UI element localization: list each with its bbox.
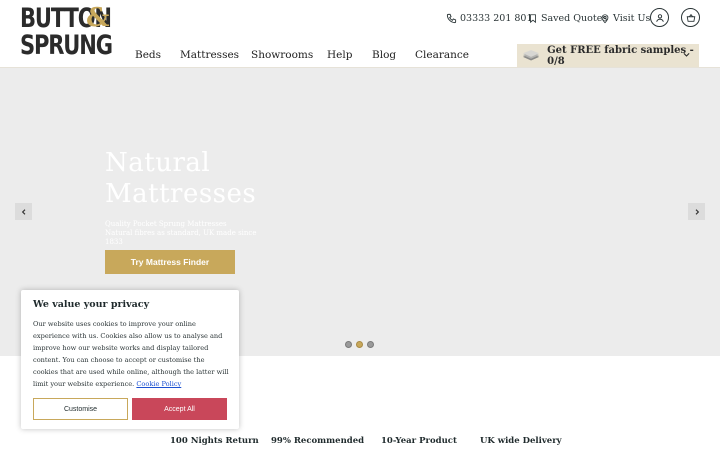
saved-quotes-label: Saved Quotes [541,12,608,24]
account-icon [655,13,664,22]
fabric-samples-label: Get FREE fabric samples - 0/8 [547,44,694,67]
nav-blog[interactable]: Blog [372,47,396,63]
nav-beds[interactable]: Beds [135,47,161,63]
fabric-swatch-icon [522,49,540,61]
logo-trademark: ™ [98,49,104,56]
cookie-body: Our website uses cookies to improve your… [33,320,229,388]
chevron-down-icon [683,52,690,57]
cookie-consent-banner: We value your privacy Our website uses c… [21,290,239,429]
saved-quotes-link[interactable]: Saved Quotes [528,8,607,28]
nav-clearance[interactable]: Clearance [415,47,469,63]
chevron-left-icon [21,208,25,215]
account-button[interactable] [650,8,669,27]
cookie-text: Our website uses cookies to improve your… [33,318,229,390]
cookie-buttons: Customise Accept All [33,398,227,420]
nav-mattresses[interactable]: Mattresses [180,47,239,63]
site-header: BUTTON & SPRUNG ™ 03333 201 801 Saved Qu… [0,0,720,68]
carousel-dots [345,341,374,348]
hero-subtitle: Quality Pocket Sprung Mattresses Natural… [105,220,275,247]
brand-logo[interactable]: BUTTON & SPRUNG ™ [20,5,116,63]
nav-help[interactable]: Help [327,47,352,63]
hero-title-line2: Mattresses [105,179,257,209]
basket-button[interactable] [681,8,700,27]
carousel-dot-2[interactable] [356,341,363,348]
carousel-dot-1[interactable] [345,341,352,348]
visit-us-link[interactable]: Visit Us [600,8,650,28]
chevron-right-icon [695,208,699,215]
usp-recommended: 99% Recommended [271,436,365,446]
carousel-dot-3[interactable] [367,341,374,348]
visit-us-label: Visit Us [613,12,651,24]
customise-button[interactable]: Customise [33,398,128,420]
usp-delivery: UK wide Delivery [480,436,562,446]
mattress-finder-button[interactable]: Try Mattress Finder [105,250,235,274]
nav-showrooms[interactable]: Showrooms [251,47,313,63]
cookie-title: We value your privacy [33,299,150,310]
map-pin-icon [601,13,609,23]
accept-all-button[interactable]: Accept All [132,398,227,420]
hero-title: Natural Mattresses [105,148,325,210]
usp-product-guarantee: 10-Year Product [381,436,457,446]
hero-title-line1: Natural [105,148,211,178]
carousel-prev-button[interactable] [15,203,32,220]
basket-icon [686,13,695,22]
usp-nights-return: 100 Nights Return [170,436,259,446]
hero-subtitle-line2: Natural fibres as standard, UK made sinc… [105,229,257,246]
phone-link[interactable]: 03333 201 801 [446,8,533,28]
logo-ampersand: & [86,3,110,33]
phone-icon [446,13,457,23]
cookie-policy-link[interactable]: Cookie Policy [136,380,181,388]
hero-subtitle-line1: Quality Pocket Sprung Mattresses [105,220,227,228]
fabric-samples-button[interactable]: Get FREE fabric samples - 0/8 [517,44,699,67]
phone-number: 03333 201 801 [460,12,533,24]
carousel-next-button[interactable] [688,203,705,220]
bookmark-icon [530,13,536,23]
